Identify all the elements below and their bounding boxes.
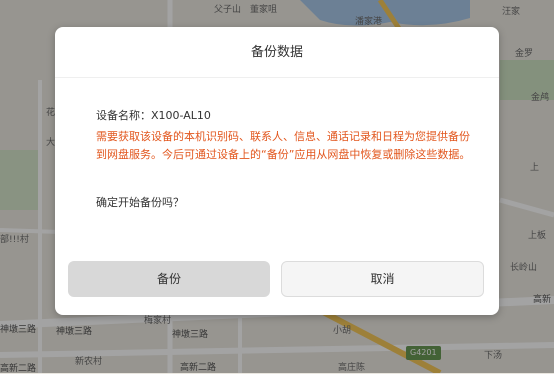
backup-dialog: 备份数据 设备名称：X100-AL10 需要获取该设备的本机识别码、联系人、信息…	[55, 27, 499, 315]
device-info: 设备名称：X100-AL10	[96, 107, 211, 123]
dialog-divider	[55, 77, 499, 78]
cancel-button[interactable]: 取消	[281, 261, 484, 297]
confirm-question: 确定开始备份吗？	[96, 196, 184, 209]
device-name: X100-AL10	[151, 109, 211, 122]
dialog-title: 备份数据	[250, 45, 303, 60]
device-label: 设备名称：	[96, 109, 151, 122]
backup-button[interactable]: 备份	[68, 261, 270, 297]
permission-warning: 需要获取该设备的本机识别码、联系人、信息、通话记录和日程为您提供备份到网盘服务。…	[96, 130, 471, 161]
